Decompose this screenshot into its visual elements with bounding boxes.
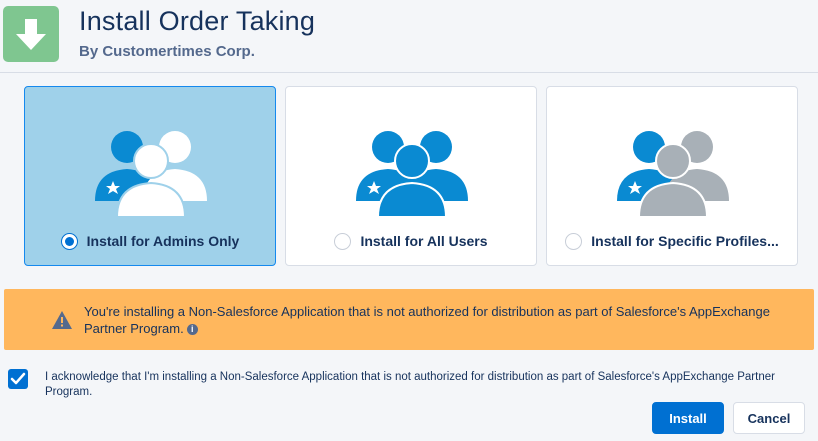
warning-icon	[52, 311, 72, 329]
publisher-name: By Customertimes Corp.	[79, 43, 255, 60]
option-admins-only[interactable]: Install for Admins Only	[24, 86, 276, 266]
admin-users-icon	[95, 131, 207, 217]
page-header: Install Order Taking By Customertimes Co…	[0, 0, 818, 73]
option-label: Install for Admins Only	[86, 233, 240, 249]
option-label: Install for All Users	[360, 233, 488, 249]
all-users-icon	[356, 131, 468, 217]
info-icon[interactable]: i	[186, 324, 198, 336]
radio-all-users[interactable]	[334, 232, 352, 250]
download-arrow-icon	[3, 6, 59, 62]
warning-text: You're installing a Non-Salesforce Appli…	[84, 303, 784, 337]
checkmark-icon	[10, 372, 26, 385]
acknowledge-text: I acknowledge that I'm installing a Non-…	[45, 371, 775, 398]
radio-admins-only[interactable]	[60, 232, 78, 250]
option-all-users[interactable]: Install for All Users	[285, 86, 537, 266]
specific-profiles-icon	[617, 131, 729, 217]
option-specific-profiles[interactable]: Install for Specific Profiles...	[546, 86, 798, 266]
cancel-button[interactable]: Cancel	[733, 402, 805, 434]
page-title: Install Order Taking	[79, 6, 316, 36]
option-label: Install for Specific Profiles...	[591, 233, 779, 249]
install-button[interactable]: Install	[652, 402, 724, 434]
warning-banner: You're installing a Non-Salesforce Appli…	[4, 289, 814, 350]
acknowledge-checkbox[interactable]	[8, 369, 28, 389]
radio-specific-profiles[interactable]	[565, 232, 583, 250]
